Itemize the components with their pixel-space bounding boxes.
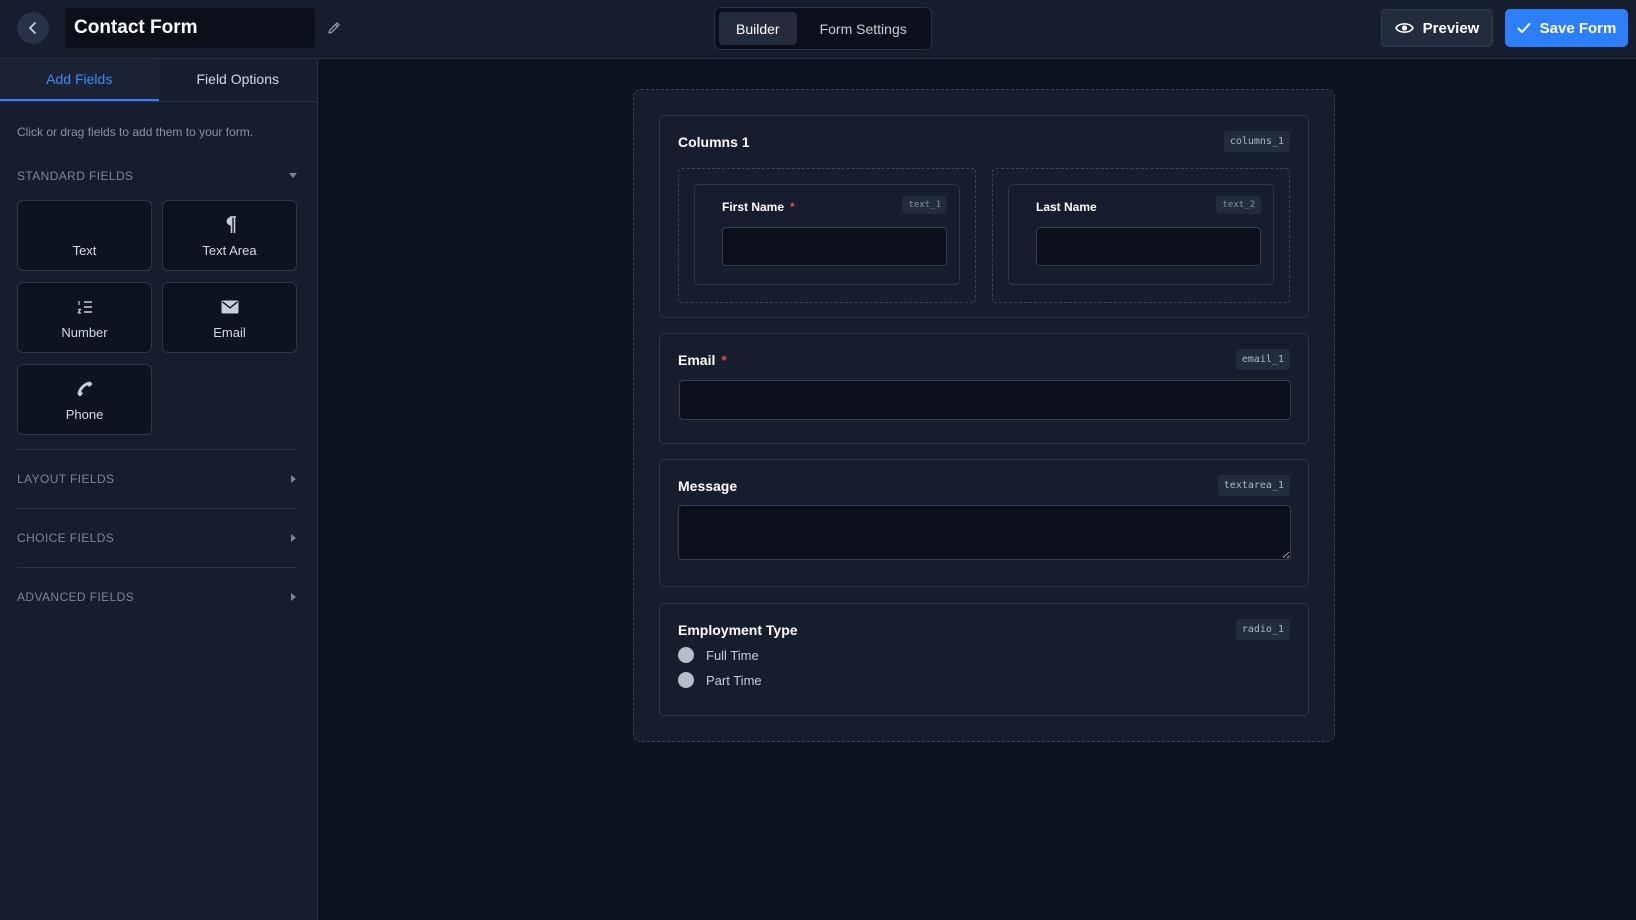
field-card-label: Email (213, 325, 246, 340)
field-key-badge: textarea_1 (1217, 475, 1290, 496)
field-key-badge: text_2 (1216, 196, 1261, 214)
field-card-phone[interactable]: Phone (17, 364, 152, 435)
pencil-icon (328, 22, 340, 34)
eye-icon (1394, 23, 1414, 33)
last-name-field[interactable]: Last Name text_2 (1008, 184, 1274, 285)
sidebar: Add Fields Field Options Click or drag f… (0, 59, 318, 920)
field-card-text-area[interactable]: Text Area (162, 200, 297, 271)
radio-label: Full Time (706, 647, 759, 663)
group-standard-fields[interactable]: STANDARD FIELDS (17, 167, 297, 185)
field-card-email[interactable]: Email (162, 282, 297, 353)
email-input[interactable] (679, 380, 1291, 420)
message-block[interactable]: Message textarea_1 (659, 459, 1309, 587)
group-advanced-fields[interactable]: ADVANCED FIELDS (17, 588, 297, 606)
mode-switch: Builder Form Settings (714, 7, 932, 50)
required-marker: * (721, 352, 727, 368)
radio-label: Part Time (706, 672, 762, 688)
form-canvas: Columns 1 columns_1 First Name * text_1 L… (633, 89, 1335, 742)
preview-label: Preview (1422, 19, 1480, 37)
field-title: First Name * (722, 200, 795, 214)
group-title: LAYOUT FIELDS (17, 472, 115, 486)
field-key-badge: text_1 (902, 196, 947, 214)
check-icon (1517, 23, 1531, 33)
employment-type-block[interactable]: Employment Type radio_1 Full Time Part T… (659, 603, 1309, 716)
field-card-text[interactable]: Text (17, 200, 152, 271)
email-label: Email (678, 352, 716, 368)
caret-right-icon (291, 593, 296, 601)
caret-down-icon (289, 173, 297, 178)
field-card-label: Number (61, 325, 108, 340)
save-form-button[interactable]: Save Form (1505, 9, 1628, 47)
message-label: Message (678, 478, 738, 494)
columns-block[interactable]: Columns 1 columns_1 First Name * text_1 L… (659, 115, 1309, 318)
field-title: Columns 1 (678, 134, 750, 150)
back-button[interactable] (17, 12, 49, 44)
group-choice-fields[interactable]: CHOICE FIELDS (17, 529, 297, 547)
envelope-icon (221, 298, 239, 316)
column-dropzone[interactable]: Last Name text_2 (992, 168, 1290, 303)
phone-icon (76, 380, 94, 398)
rename-button[interactable] (324, 16, 344, 40)
save-form-label: Save Form (1539, 19, 1617, 37)
last-name-label: Last Name (1036, 200, 1097, 214)
radio-button[interactable] (678, 672, 694, 688)
message-textarea[interactable] (678, 505, 1291, 560)
field-card-number[interactable]: Number (17, 282, 152, 353)
field-key-badge: radio_1 (1235, 619, 1290, 640)
group-title: ADVANCED FIELDS (17, 590, 135, 604)
last-name-input[interactable] (1036, 227, 1261, 266)
radio-option-full-time[interactable]: Full Time (678, 647, 759, 663)
field-key-badge: columns_1 (1223, 131, 1290, 152)
field-card-label: Text (72, 243, 97, 258)
numbered-list-icon (77, 298, 93, 316)
preview-button[interactable]: Preview (1381, 9, 1493, 47)
divider (17, 508, 297, 509)
first-name-field[interactable]: First Name * text_1 (694, 184, 960, 285)
pilcrow-icon (223, 216, 237, 234)
group-layout-fields[interactable]: LAYOUT FIELDS (17, 470, 297, 488)
radio-option-part-time[interactable]: Part Time (678, 672, 762, 688)
top-bar: Builder Form Settings Preview Save Form (0, 0, 1636, 59)
first-name-label: First Name (722, 200, 785, 214)
group-title: STANDARD FIELDS (17, 169, 134, 183)
form-title-input[interactable] (65, 8, 315, 48)
first-name-input[interactable] (722, 227, 947, 266)
required-marker: * (790, 200, 795, 214)
field-card-label: Text Area (202, 243, 257, 258)
field-title: Email * (678, 352, 727, 368)
employment-type-label: Employment Type (678, 622, 798, 638)
caret-right-icon (291, 475, 296, 483)
field-card-label: Phone (65, 407, 104, 422)
radio-button[interactable] (678, 647, 694, 663)
divider (17, 449, 297, 450)
column-dropzone[interactable]: First Name * text_1 (678, 168, 976, 303)
tab-field-options[interactable]: Field Options (159, 59, 318, 101)
tab-builder[interactable]: Builder (719, 12, 797, 45)
chevron-left-icon (29, 22, 36, 34)
sidebar-hint: Click or drag fields to add them to your… (17, 125, 254, 139)
caret-right-icon (291, 534, 296, 542)
tab-form-settings[interactable]: Form Settings (803, 12, 924, 45)
email-block[interactable]: Email * email_1 (659, 333, 1309, 444)
divider (17, 567, 297, 568)
tab-add-fields[interactable]: Add Fields (0, 59, 159, 101)
group-title: CHOICE FIELDS (17, 531, 115, 545)
sidebar-tabs: Add Fields Field Options (0, 59, 317, 102)
field-key-badge: email_1 (1235, 349, 1290, 370)
